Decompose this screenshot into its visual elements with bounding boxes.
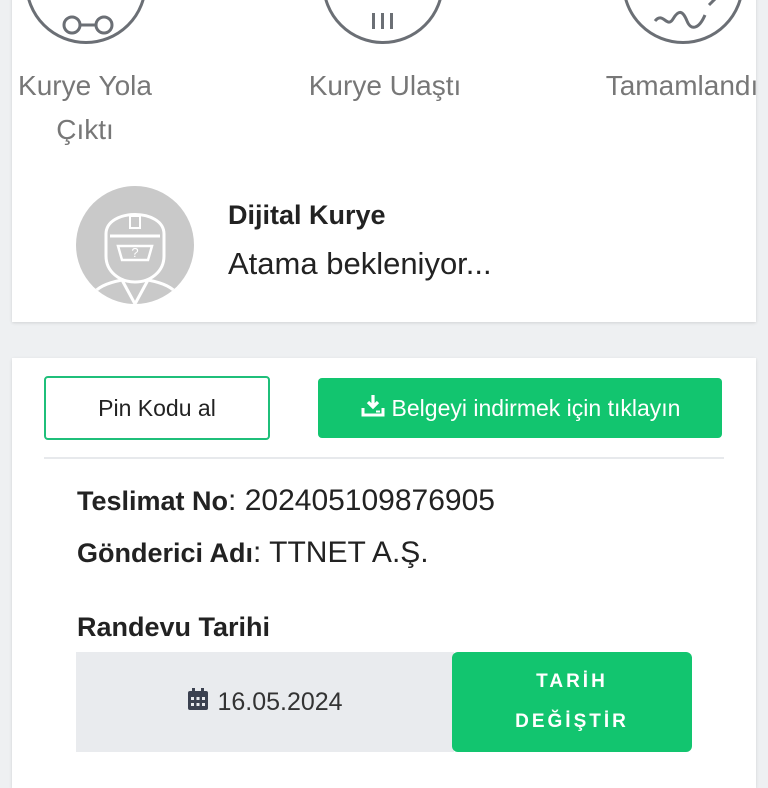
building-icon (322, 0, 444, 44)
divider (44, 457, 724, 459)
appointment-title: Randevu Tarihi (77, 612, 271, 642)
sender-name-value: : TTNET A.Ş. (253, 536, 429, 569)
sender-name-label: Gönderici Adı (77, 538, 254, 568)
delivery-number-value: : 202405109876905 (228, 484, 495, 517)
sender-name: Gönderici Adı: TTNET A.Ş. (77, 536, 429, 570)
scooter-icon (25, 0, 147, 44)
change-date-button[interactable]: TARİH DEĞİŞTİR (452, 652, 692, 752)
step-label: Çıktı (56, 114, 114, 145)
step-label: Tamamlandı (605, 70, 759, 101)
appointment-date: 16.05.2024 (76, 652, 454, 752)
step-courier-departed: Kurye Yola Çıktı (0, 64, 170, 152)
pin-button-label: Pin Kodu al (98, 394, 216, 421)
download-button-label: Belgeyi indirmek için tıklayın (391, 394, 681, 421)
delivery-number: Teslimat No: 202405109876905 (77, 484, 495, 518)
step-label: Kurye Ulaştı (308, 70, 462, 101)
appointment-date-value: 16.05.2024 (217, 687, 343, 716)
courier-avatar: ? (76, 186, 194, 304)
courier-name: Dijital Kurye (228, 200, 386, 230)
step-courier-arrived: Kurye Ulaştı (290, 64, 480, 108)
download-icon (360, 392, 386, 424)
get-pin-code-button[interactable]: Pin Kodu al (44, 376, 270, 440)
calendar-icon (187, 687, 209, 718)
change-date-label-line2: DEĞİŞTİR (515, 711, 629, 732)
delivery-number-label: Teslimat No (77, 486, 229, 516)
download-document-button[interactable]: Belgeyi indirmek için tıklayın (318, 378, 722, 438)
step-completed: Tamamlandı (596, 64, 768, 108)
change-date-label-line1: TARİH (536, 671, 608, 692)
svg-text:?: ? (131, 245, 138, 260)
step-label: Kurye Yola (18, 70, 152, 101)
courier-status: Atama bekleniyor... (228, 246, 492, 281)
signature-icon (622, 0, 744, 44)
